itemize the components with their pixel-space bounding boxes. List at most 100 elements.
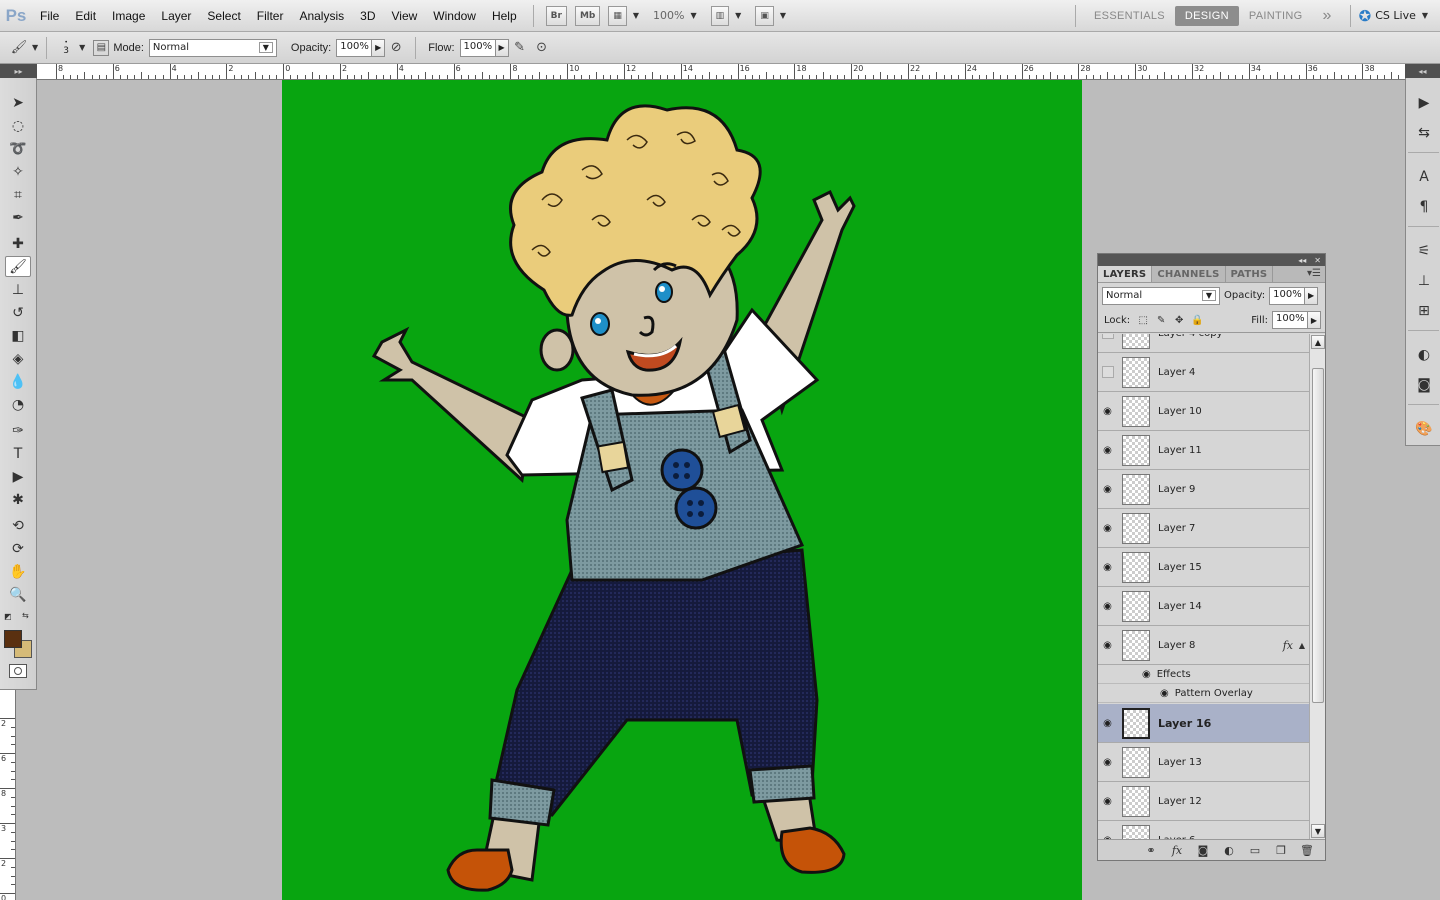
layer-row[interactable]: ◉ Layer 7	[1098, 509, 1309, 548]
pressure-size-icon[interactable]: ⊙	[531, 37, 553, 59]
layer-row[interactable]: Layer 4	[1098, 353, 1309, 392]
add-mask-icon[interactable]: ◙	[1195, 844, 1211, 857]
close-icon[interactable]: ✕	[1314, 256, 1321, 265]
lock-pixels-icon[interactable]: ✎	[1154, 313, 1168, 327]
new-adjustment-layer-icon[interactable]: ◐	[1221, 844, 1237, 857]
3d-rotate-tool-icon[interactable]: ⟲	[5, 515, 31, 536]
dock-collapse-handle[interactable]: ◂◂	[1405, 64, 1440, 78]
lasso-tool-icon[interactable]: ➰	[5, 138, 31, 159]
menu-image[interactable]: Image	[104, 9, 153, 23]
menu-window[interactable]: Window	[425, 9, 484, 23]
eye-icon[interactable]: ◉	[1098, 431, 1117, 470]
layer-row[interactable]: ◉ Layer 8 fx ▲	[1098, 626, 1309, 665]
layer-opacity-arrow[interactable]: ▶	[1305, 286, 1319, 305]
new-group-icon[interactable]: ▭	[1247, 844, 1263, 857]
clone-source-icon[interactable]: ⊥	[1413, 270, 1435, 292]
chevron-down-icon[interactable]: ▼	[633, 11, 639, 20]
menu-help[interactable]: Help	[484, 9, 525, 23]
quick-mask-icon[interactable]	[9, 664, 27, 678]
eye-icon[interactable]: ◉	[1098, 509, 1117, 548]
layer-row[interactable]: ◉ Layer 11	[1098, 431, 1309, 470]
tool-presets-icon[interactable]: ⊞	[1413, 300, 1435, 322]
color-palette-icon[interactable]: 🎨	[1413, 418, 1435, 440]
view-extras-icon[interactable]: ▦	[608, 5, 627, 26]
layer-thumbnail[interactable]	[1122, 434, 1150, 466]
layers-panel-titlebar[interactable]: ◂◂ ✕	[1098, 254, 1325, 266]
move-tool-icon[interactable]: ➤	[5, 92, 31, 113]
layer-thumbnail[interactable]	[1122, 512, 1150, 544]
effects-collapse-icon[interactable]: ▲	[1299, 641, 1305, 650]
layer-thumbnail[interactable]	[1122, 707, 1150, 739]
collapse-icon[interactable]: ◂◂	[1298, 256, 1306, 265]
tab-layers[interactable]: LAYERS	[1098, 266, 1153, 282]
layer-thumbnail[interactable]	[1122, 785, 1150, 817]
brush-panel-toggle-icon[interactable]: ▤	[93, 39, 110, 56]
cs-live-icon[interactable]: ✪	[1359, 7, 1372, 25]
menu-analysis[interactable]: Analysis	[291, 9, 352, 23]
menu-3d[interactable]: 3D	[352, 9, 383, 23]
masks-icon[interactable]: ◙	[1413, 374, 1435, 396]
zoom-level[interactable]: 100%	[653, 9, 684, 22]
adjustments-icon[interactable]: ◐	[1413, 344, 1435, 366]
menu-edit[interactable]: Edit	[67, 9, 104, 23]
eraser-tool-icon[interactable]: ◧	[5, 325, 31, 346]
mode-select[interactable]: Normal ▼	[148, 38, 277, 57]
arrange-documents-icon[interactable]: ▥	[710, 5, 730, 26]
eye-icon[interactable]: ◉	[1160, 688, 1169, 699]
delete-layer-icon[interactable]: 🗑	[1299, 844, 1315, 857]
layer-row[interactable]: ◉Layer 6	[1098, 821, 1309, 839]
eye-icon[interactable]: ◉	[1142, 669, 1151, 680]
menu-view[interactable]: View	[383, 9, 425, 23]
scroll-up-icon[interactable]: ▲	[1311, 335, 1325, 349]
paragraph-icon[interactable]: ¶	[1413, 196, 1435, 218]
tab-channels[interactable]: CHANNELS	[1152, 266, 1226, 282]
healing-brush-tool-icon[interactable]: ✚	[5, 233, 31, 254]
dodge-tool-icon[interactable]: ◔	[5, 394, 31, 415]
blur-tool-icon[interactable]: 💧	[5, 371, 31, 392]
document-canvas[interactable]	[282, 80, 1082, 900]
clone-stamp-tool-icon[interactable]: ⊥	[5, 279, 31, 300]
marquee-tool-icon[interactable]: ◌	[5, 115, 31, 136]
history-icon[interactable]: ⇆	[1413, 122, 1435, 144]
workspace-design[interactable]: DESIGN	[1174, 5, 1239, 26]
blend-mode-select[interactable]: Normal ▼	[1102, 286, 1220, 305]
add-layer-style-icon[interactable]: fx	[1169, 844, 1185, 857]
panel-menu-icon[interactable]: ▾☰	[1307, 268, 1321, 279]
minibridge-button[interactable]: Mb	[574, 5, 601, 26]
layer-list-scrollbar[interactable]: ▲ ▼	[1309, 334, 1325, 839]
layer-thumbnail[interactable]	[1122, 473, 1150, 505]
flow-input[interactable]: 100%	[459, 38, 496, 57]
tab-paths[interactable]: PATHS	[1226, 266, 1274, 282]
layer-thumbnail[interactable]	[1122, 395, 1150, 427]
chevron-down-icon[interactable]: ▼	[780, 11, 786, 20]
eye-icon[interactable]: ◉	[1098, 470, 1117, 509]
layer-effects-badge[interactable]: fx	[1283, 639, 1293, 652]
menu-select[interactable]: Select	[199, 9, 248, 23]
lock-all-icon[interactable]: 🔒	[1190, 313, 1204, 327]
brush-tool-preset-icon[interactable]: 🖌	[8, 37, 30, 59]
brush-presets-icon[interactable]: ⚟	[1413, 240, 1435, 262]
menu-filter[interactable]: Filter	[249, 9, 292, 23]
type-tool-icon[interactable]: T	[5, 443, 31, 464]
layer-thumbnail[interactable]	[1122, 629, 1150, 661]
3d-orbit-tool-icon[interactable]: ⟳	[5, 538, 31, 559]
hand-tool-icon[interactable]: ✋	[5, 561, 31, 582]
workspace-more-button[interactable]: »	[1312, 3, 1341, 29]
layer-row[interactable]: Layer 4 copy	[1098, 334, 1309, 353]
crop-tool-icon[interactable]: ⌗	[5, 184, 31, 205]
menu-layer[interactable]: Layer	[153, 9, 199, 23]
default-colors-icon[interactable]: ◩	[4, 612, 12, 621]
layer-row[interactable]: ◉ Layer 15	[1098, 548, 1309, 587]
flow-slider-arrow[interactable]: ▶	[495, 38, 509, 57]
pen-tool-icon[interactable]: ✑	[5, 420, 31, 441]
eye-icon[interactable]: ◉	[1098, 392, 1117, 431]
menu-file[interactable]: File	[32, 9, 67, 23]
chevron-down-icon[interactable]: ▼	[32, 43, 38, 52]
chevron-down-icon[interactable]: ▼	[1422, 11, 1428, 20]
pattern-overlay-row[interactable]: ◉ Pattern Overlay	[1098, 684, 1309, 703]
zoom-tool-icon[interactable]: 🔍	[5, 584, 31, 605]
layer-row[interactable]: ◉ Layer 16	[1098, 704, 1309, 743]
layer-thumbnail[interactable]	[1122, 590, 1150, 622]
visibility-toggle[interactable]	[1098, 334, 1117, 353]
eye-icon[interactable]: ◉	[1098, 743, 1117, 782]
